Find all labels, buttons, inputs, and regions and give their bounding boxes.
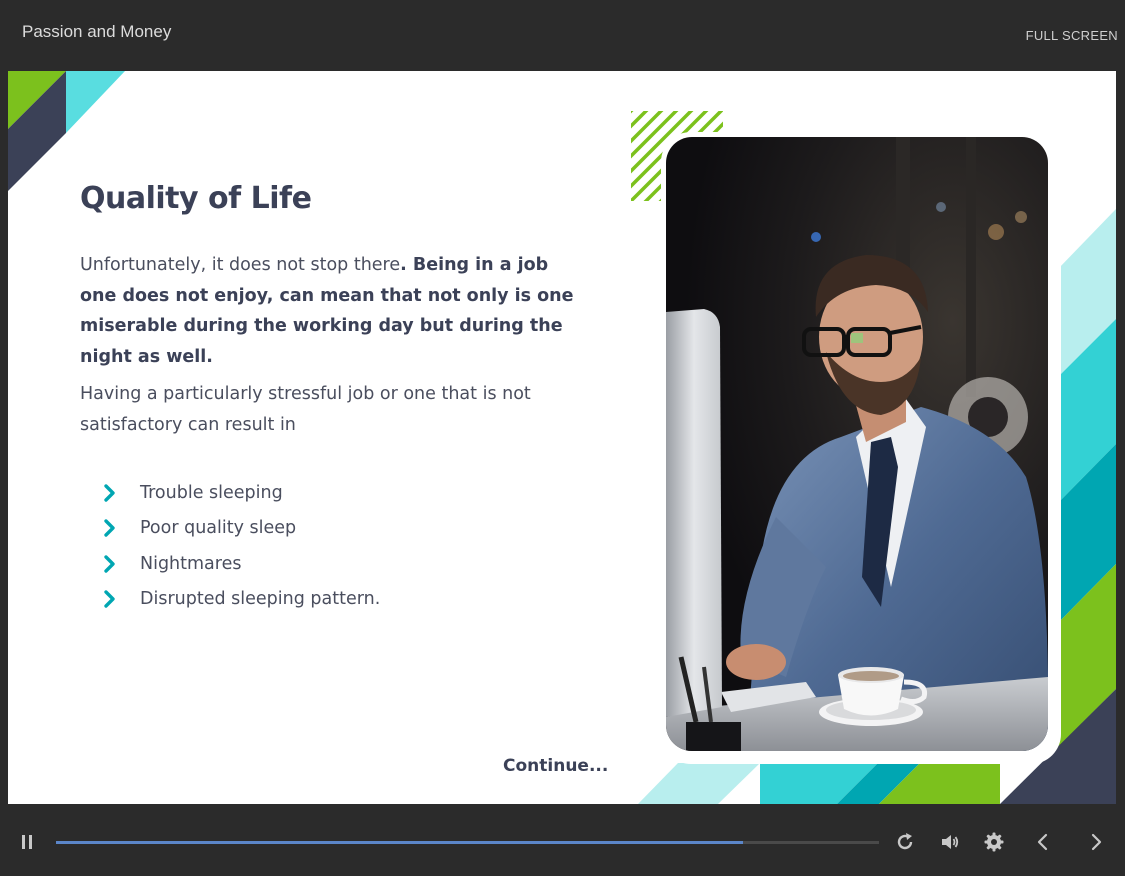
photo-man-at-computer	[666, 137, 1048, 751]
chevron-right-icon	[104, 555, 115, 573]
chevron-right-icon	[104, 519, 115, 537]
bullet-text: Trouble sleeping	[140, 482, 283, 503]
progress-bar[interactable]	[56, 841, 879, 844]
course-title: Passion and Money	[22, 22, 172, 41]
chevron-right-icon	[104, 590, 115, 608]
list-item: Trouble sleeping	[102, 475, 380, 511]
bullet-text: Nightmares	[140, 553, 242, 574]
bullet-text: Poor quality sleep	[140, 518, 297, 539]
bullet-text: Disrupted sleeping pattern.	[140, 589, 381, 610]
progress-fill	[56, 841, 744, 844]
gear-icon[interactable]	[982, 830, 1006, 854]
chevron-left-icon[interactable]	[1031, 830, 1055, 854]
list-item: Poor quality sleep	[102, 511, 380, 547]
volume-icon[interactable]	[938, 830, 962, 854]
continue-text: Continue...	[503, 756, 609, 776]
chevron-right-icon	[104, 484, 115, 502]
replay-icon[interactable]	[893, 830, 917, 854]
top-bar: Passion and Money FULL SCREEN	[0, 0, 1125, 71]
slide-canvas: Quality of Life Unfortunately, it does n…	[8, 71, 1116, 804]
slide-title: Quality of Life	[80, 181, 312, 216]
pause-icon[interactable]	[15, 830, 39, 854]
fullscreen-button[interactable]: FULL SCREEN	[1026, 28, 1118, 43]
intro-text: Unfortunately, it does not stop there	[80, 255, 401, 275]
corner-decoration-top-left	[8, 71, 125, 191]
stress-paragraph: Having a particularly stressful job or o…	[80, 384, 531, 435]
list-item: Nightmares	[102, 546, 380, 582]
intro-paragraph: Unfortunately, it does not stop there. B…	[80, 250, 590, 372]
list-item: Disrupted sleeping pattern.	[102, 582, 380, 618]
chevron-right-icon[interactable]	[1084, 830, 1108, 854]
bullet-list: Trouble sleeping Poor quality sleep Nigh…	[102, 475, 380, 617]
player-controls	[0, 804, 1125, 876]
